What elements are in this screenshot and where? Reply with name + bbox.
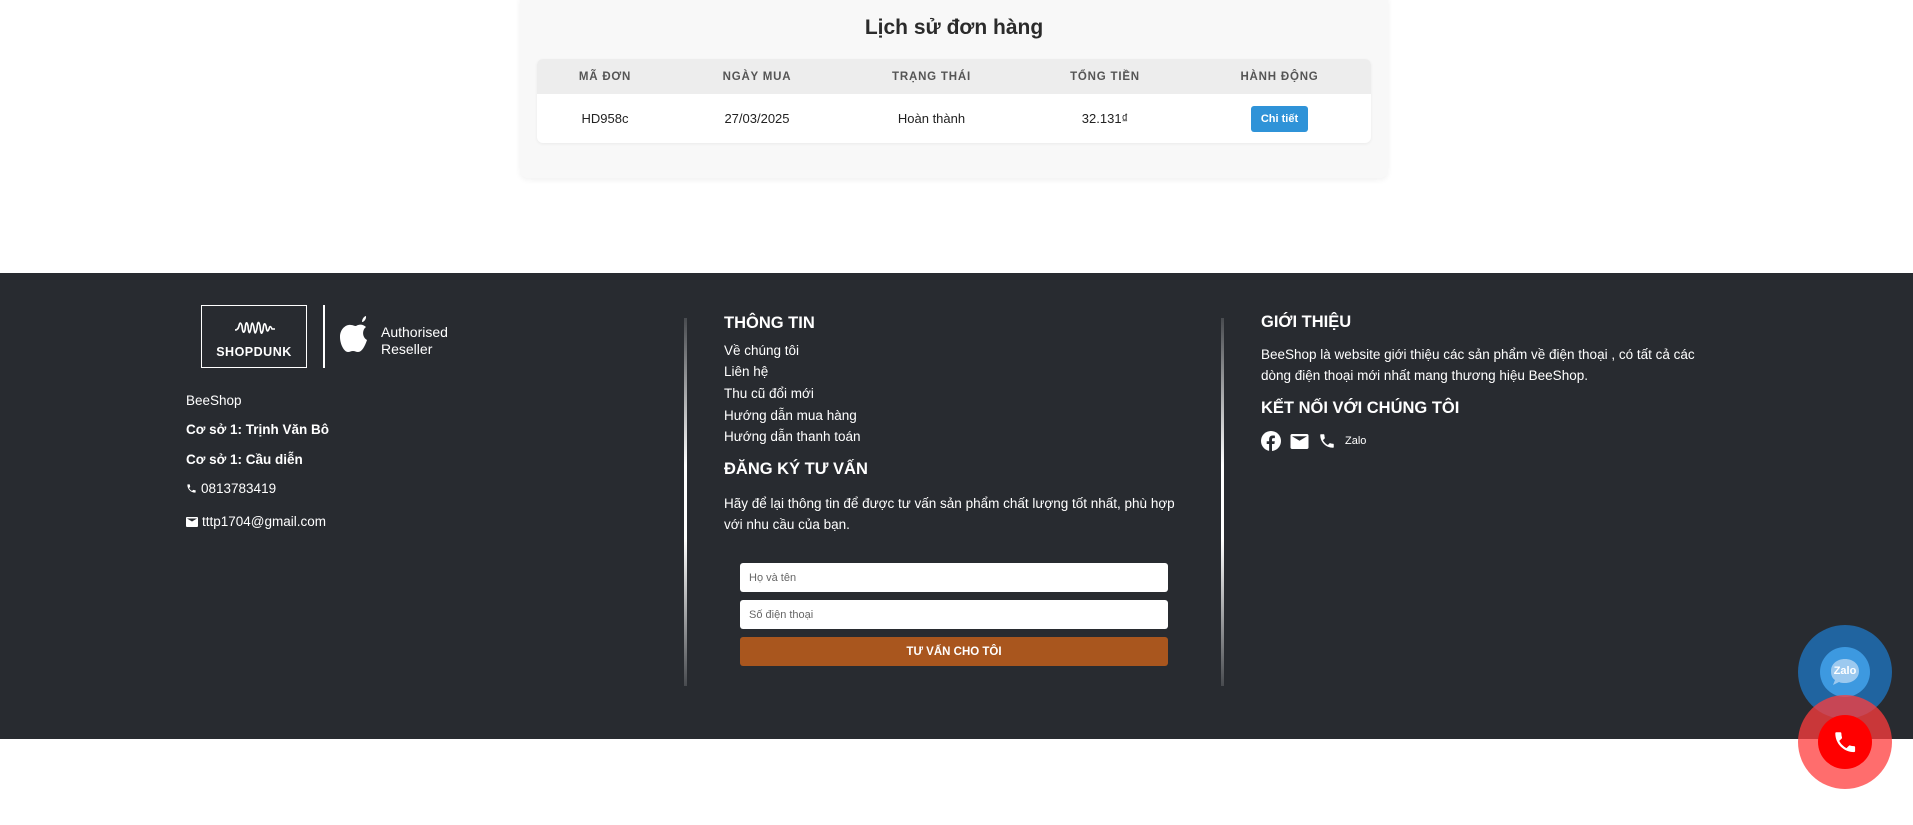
order-detail-button[interactable]: Chi tiết xyxy=(1251,105,1308,132)
connect-heading: KẾT NỐI VỚI CHÚNG TÔI xyxy=(1261,399,1460,417)
column-divider-2 xyxy=(1221,318,1224,686)
shopdunk-logo[interactable]: SHOPDUNK xyxy=(201,305,307,368)
name-input[interactable] xyxy=(740,563,1168,592)
link-payment-guide[interactable]: Hướng dẫn thanh toán xyxy=(724,429,861,444)
about-description: BeeShop là website giới thiệu các sản ph… xyxy=(1261,347,1695,383)
column-header-action: HÀNH ĐỘNG xyxy=(1240,70,1319,83)
email-line: tttp1704@gmail.com xyxy=(186,514,326,529)
phone-number: 0813783419 xyxy=(201,481,277,496)
reseller-line-1: Authorised xyxy=(381,324,448,340)
shop-name: BeeShop xyxy=(186,393,242,408)
brand-divider xyxy=(323,305,325,368)
column-header-code: MÃ ĐƠN xyxy=(578,70,632,83)
order-status: Hoàn thành xyxy=(897,111,966,126)
brand-name: SHOPDUNK xyxy=(216,345,292,359)
column-header-date: NGÀY MUA xyxy=(722,70,792,83)
phone-call-icon xyxy=(1818,715,1872,769)
zalo-icon: Zalo xyxy=(1820,647,1870,697)
consult-description: Hãy để lại thông tin để được tư vấn sản … xyxy=(724,496,1175,532)
mail-icon[interactable] xyxy=(1290,433,1309,449)
consult-heading: ĐĂNG KÝ TƯ VẤN xyxy=(724,460,868,478)
order-history-title: Lịch sử đơn hàng xyxy=(864,16,1044,39)
phone-input[interactable] xyxy=(740,600,1168,629)
zalo-link[interactable]: Zalo xyxy=(1345,435,1366,447)
reseller-line-2: Reseller xyxy=(381,341,433,357)
mail-icon xyxy=(186,516,198,527)
authorised-reseller-text: Authorised Reseller xyxy=(381,324,448,358)
table-row: HD958c 27/03/2025 Hoàn thành 32.131₫ Chi… xyxy=(537,94,1371,143)
branch-2: Cơ sở 1: Cầu diễn xyxy=(186,452,303,467)
column-divider-1 xyxy=(684,318,687,686)
order-total: 32.131₫ xyxy=(1081,111,1129,126)
column-header-total: TỔNG TIỀN xyxy=(1070,70,1140,83)
floating-call-button[interactable] xyxy=(1798,695,1892,789)
about-heading: GIỚI THIỆU xyxy=(1261,313,1352,331)
column-header-status: TRẠNG THÁI xyxy=(892,70,971,83)
zalo-icon-label: Zalo xyxy=(1834,665,1857,677)
apple-icon xyxy=(340,316,367,352)
link-contact[interactable]: Liên hệ xyxy=(724,364,768,379)
sound-wave-icon xyxy=(234,321,275,334)
branch-1: Cơ sở 1: Trịnh Văn Bô xyxy=(186,422,329,437)
link-purchase-guide[interactable]: Hướng dẫn mua hàng xyxy=(724,408,857,423)
phone-icon[interactable] xyxy=(1318,432,1336,450)
footer: SHOPDUNK Authorised Reseller BeeShop Cơ … xyxy=(0,273,1913,739)
order-history-card: Lịch sử đơn hàng MÃ ĐƠN NGÀY MUA TRẠNG T… xyxy=(520,0,1388,178)
phone-line: 0813783419 xyxy=(186,481,276,496)
order-code: HD958c xyxy=(581,111,629,126)
consult-submit-button[interactable]: TƯ VẤN CHO TÔI xyxy=(740,637,1168,666)
link-trade-in[interactable]: Thu cũ đổi mới xyxy=(724,386,814,401)
orders-table-header: MÃ ĐƠN NGÀY MUA TRẠNG THÁI TỔNG TIỀN HÀN… xyxy=(537,59,1371,94)
facebook-icon[interactable] xyxy=(1261,431,1281,451)
email-address: tttp1704@gmail.com xyxy=(202,514,327,529)
phone-icon xyxy=(186,483,197,494)
social-links: Zalo xyxy=(1261,431,1366,451)
orders-table: MÃ ĐƠN NGÀY MUA TRẠNG THÁI TỔNG TIỀN HÀN… xyxy=(537,59,1371,143)
info-heading: THÔNG TIN xyxy=(724,314,815,332)
link-about-us[interactable]: Về chúng tôi xyxy=(724,343,799,358)
order-date: 27/03/2025 xyxy=(724,111,790,126)
